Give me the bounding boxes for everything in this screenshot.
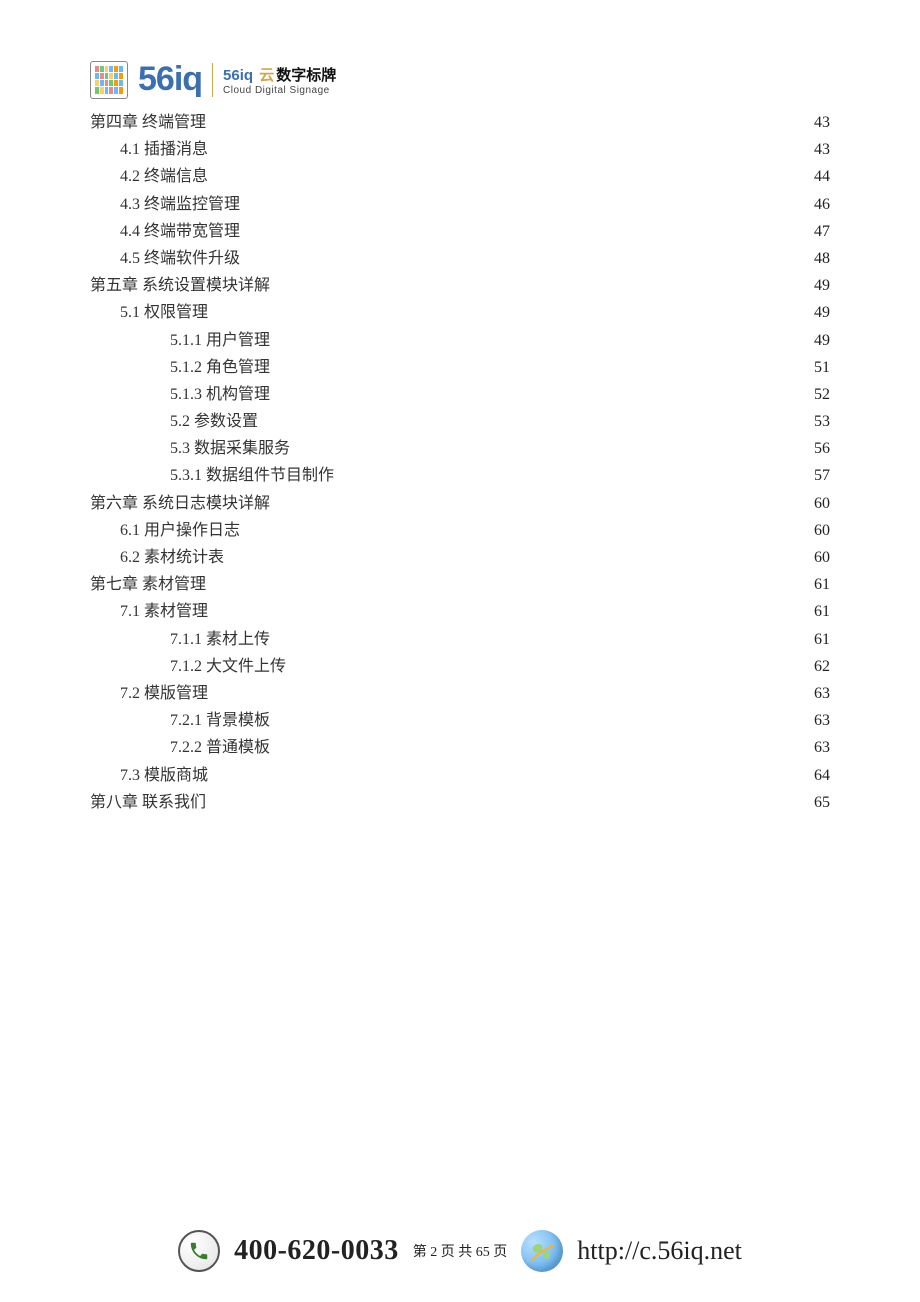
toc-row: 7.2.2 普通模板 63 — [90, 734, 830, 761]
toc-title: 7.2.2 普通模板 — [170, 734, 270, 761]
toc-row: 7.1 素材管理 61 — [90, 598, 830, 625]
toc-page: 61 — [814, 626, 830, 653]
toc-page: 53 — [814, 408, 830, 435]
header: 56iq 56iq 云数字标牌 Cloud Digital Signage — [90, 60, 830, 99]
toc-row: 4.1 插播消息 43 — [90, 136, 830, 163]
toc-title: 第七章 素材管理 — [90, 571, 206, 598]
toc-title: 7.2.1 背景模板 — [170, 707, 270, 734]
toc-title: 5.1 权限管理 — [120, 299, 208, 326]
toc-title: 4.3 终端监控管理 — [120, 191, 240, 218]
sub-brand-gold: 云 — [259, 67, 274, 84]
toc-row: 5.1.3 机构管理 52 — [90, 381, 830, 408]
toc-row: 5.1.2 角色管理 51 — [90, 354, 830, 381]
toc-row: 5.2 参数设置 53 — [90, 408, 830, 435]
toc-page: 63 — [814, 734, 830, 761]
toc-page: 44 — [814, 163, 830, 190]
toc-row: 第八章 联系我们 65 — [90, 789, 830, 816]
toc-title: 7.2 模版管理 — [120, 680, 208, 707]
toc-page: 60 — [814, 490, 830, 517]
globe-icon — [521, 1230, 563, 1272]
toc-row: 7.1.1 素材上传 61 — [90, 626, 830, 653]
toc-row: 第六章 系统日志模块详解 60 — [90, 490, 830, 517]
toc-title: 第八章 联系我们 — [90, 789, 206, 816]
toc-title: 5.3 数据采集服务 — [170, 435, 290, 462]
toc-title: 7.3 模版商城 — [120, 762, 208, 789]
toc-title: 6.1 用户操作日志 — [120, 517, 240, 544]
toc-page: 57 — [814, 462, 830, 489]
sub-brand-blue: 56iq — [223, 67, 253, 84]
toc-title: 6.2 素材统计表 — [120, 544, 224, 571]
toc-page: 43 — [814, 109, 830, 136]
toc-title: 4.2 终端信息 — [120, 163, 208, 190]
toc-row: 7.2.1 背景模板 63 — [90, 707, 830, 734]
toc-row: 4.3 终端监控管理 46 — [90, 191, 830, 218]
toc-title: 第六章 系统日志模块详解 — [90, 490, 270, 517]
toc-title: 5.2 参数设置 — [170, 408, 258, 435]
toc-row: 7.2 模版管理 63 — [90, 680, 830, 707]
footer-url: http://c.56iq.net — [577, 1236, 742, 1266]
toc-row: 7.3 模版商城 64 — [90, 762, 830, 789]
toc-page: 65 — [814, 789, 830, 816]
phone-icon — [178, 1230, 220, 1272]
toc-page: 49 — [814, 327, 830, 354]
toc-title: 5.1.3 机构管理 — [170, 381, 270, 408]
divider — [212, 63, 213, 97]
toc-page: 61 — [814, 571, 830, 598]
toc-page: 61 — [814, 598, 830, 625]
toc-page: 47 — [814, 218, 830, 245]
toc-page: 48 — [814, 245, 830, 272]
footer-page-info: 第 2 页 共 65 页 — [413, 1241, 508, 1261]
sub-brand-en: Cloud Digital Signage — [223, 85, 336, 96]
toc-row: 5.1 权限管理 49 — [90, 299, 830, 326]
logo-squares-icon — [90, 61, 128, 99]
toc-page: 60 — [814, 517, 830, 544]
toc-title: 4.4 终端带宽管理 — [120, 218, 240, 245]
page-footer: 400-620-0033 第 2 页 共 65 页 http://c.56iq.… — [0, 1230, 920, 1272]
toc-page: 56 — [814, 435, 830, 462]
toc-row: 4.5 终端软件升级 48 — [90, 245, 830, 272]
sub-brand-black: 数字标牌 — [276, 67, 336, 84]
toc-page: 63 — [814, 707, 830, 734]
toc-page: 43 — [814, 136, 830, 163]
toc-row: 第五章 系统设置模块详解 49 — [90, 272, 830, 299]
toc-page: 49 — [814, 299, 830, 326]
toc-row: 5.1.1 用户管理 49 — [90, 327, 830, 354]
footer-phone: 400-620-0033 — [234, 1235, 399, 1267]
toc-page: 60 — [814, 544, 830, 571]
toc-row: 5.3.1 数据组件节目制作 57 — [90, 462, 830, 489]
toc-title: 5.1.1 用户管理 — [170, 327, 270, 354]
toc-row: 7.1.2 大文件上传 62 — [90, 653, 830, 680]
toc-page: 52 — [814, 381, 830, 408]
toc-row: 6.1 用户操作日志 60 — [90, 517, 830, 544]
toc-row: 6.2 素材统计表 60 — [90, 544, 830, 571]
toc-row: 5.3 数据采集服务 56 — [90, 435, 830, 462]
toc-row: 第七章 素材管理 61 — [90, 571, 830, 598]
toc-title: 第四章 终端管理 — [90, 109, 206, 136]
brand-logo-text: 56iq — [138, 60, 202, 99]
toc-page: 64 — [814, 762, 830, 789]
table-of-contents: 第四章 终端管理434.1 插播消息434.2 终端信息444.3 终端监控管理… — [90, 109, 830, 816]
toc-row: 第四章 终端管理 43 — [90, 109, 830, 136]
toc-title: 5.1.2 角色管理 — [170, 354, 270, 381]
toc-title: 7.1.2 大文件上传 — [170, 653, 286, 680]
toc-title: 4.5 终端软件升级 — [120, 245, 240, 272]
toc-title: 第五章 系统设置模块详解 — [90, 272, 270, 299]
brand-subtitle: 56iq 云数字标牌 Cloud Digital Signage — [223, 64, 336, 96]
toc-title: 4.1 插播消息 — [120, 136, 208, 163]
toc-page: 46 — [814, 191, 830, 218]
toc-page: 63 — [814, 680, 830, 707]
toc-title: 5.3.1 数据组件节目制作 — [170, 462, 334, 489]
toc-row: 4.4 终端带宽管理 47 — [90, 218, 830, 245]
toc-page: 62 — [814, 653, 830, 680]
toc-title: 7.1 素材管理 — [120, 598, 208, 625]
toc-page: 51 — [814, 354, 830, 381]
toc-page: 49 — [814, 272, 830, 299]
toc-title: 7.1.1 素材上传 — [170, 626, 270, 653]
toc-row: 4.2 终端信息 44 — [90, 163, 830, 190]
